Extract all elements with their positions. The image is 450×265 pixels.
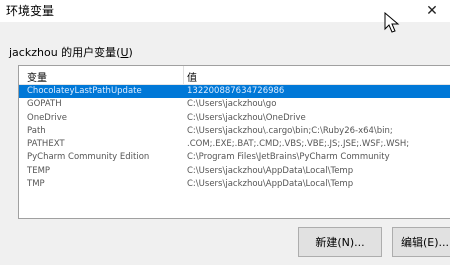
title-bar: 环境变量 ✕: [0, 0, 450, 22]
variable-name: ChocolateyLastPathUpdate: [27, 86, 142, 96]
variable-name: GOPATH: [27, 99, 62, 110]
table-row[interactable]: ChocolateyLastPathUpdate 1322008876347269…: [19, 85, 450, 99]
column-header-value[interactable]: 值: [187, 69, 197, 84]
variable-value: C:\Users\jackzhou\go: [187, 99, 277, 110]
variable-name: Path: [27, 125, 46, 136]
user-variables-list[interactable]: 变量 值 ChocolateyLastPathUpdate 13220088763…: [18, 65, 450, 219]
window-title: 环境变量: [6, 4, 55, 18]
table-row[interactable]: PATHEXT .COM;.EXE;.BAT;.CMD;.VBS;.VBE;.JS…: [19, 138, 450, 151]
close-icon: ✕: [426, 3, 438, 19]
variable-name: TEMP: [27, 165, 51, 176]
variable-value: C:\Users\jackzhou\AppData\Local\Temp: [187, 179, 354, 190]
column-divider[interactable]: [183, 66, 184, 84]
variable-name: TMP: [27, 179, 45, 190]
variable-name: PATHEXT: [27, 139, 65, 150]
table-row[interactable]: TMP C:\Users\jackzhou\AppData\Local\Temp: [19, 178, 450, 191]
list-rows: ChocolateyLastPathUpdate 1322008876347269…: [19, 85, 450, 191]
variable-name: OneDrive: [27, 112, 67, 123]
variable-value: C:\Program Files\JetBrains\PyCharm Commu…: [187, 152, 390, 163]
table-row[interactable]: GOPATH C:\Users\jackzhou\go: [19, 98, 450, 111]
table-row[interactable]: Path C:\Users\jackzhou\.cargo\bin;C:\Ruby…: [19, 125, 450, 138]
variable-value: C:\Users\jackzhou\OneDrive: [187, 112, 306, 123]
edit-button[interactable]: 编辑(E)...: [392, 227, 450, 257]
table-row[interactable]: TEMP C:\Users\jackzhou\AppData\Local\Temp: [19, 165, 450, 178]
variable-value: 132200887634726986: [187, 86, 285, 96]
list-header: 变量 值: [19, 66, 450, 85]
column-header-variable[interactable]: 变量: [27, 69, 47, 84]
close-button[interactable]: ✕: [414, 0, 450, 22]
variable-name: PyCharm Community Edition: [27, 152, 150, 163]
table-row[interactable]: OneDrive C:\Users\jackzhou\OneDrive: [19, 112, 450, 125]
variable-value: C:\Users\jackzhou\AppData\Local\Temp: [187, 165, 354, 176]
new-button[interactable]: 新建(N)...: [298, 227, 382, 257]
variable-value: C:\Users\jackzhou\.cargo\bin;C:\Ruby26-x…: [187, 125, 393, 136]
user-variables-label: jackzhou 的用户变量(U): [9, 46, 133, 59]
variable-value: .COM;.EXE;.BAT;.CMD;.VBS;.VBE;.JS;.JSE;.…: [187, 139, 410, 150]
table-row[interactable]: PyCharm Community Edition C:\Program File…: [19, 151, 450, 164]
mouse-cursor-icon: [384, 12, 400, 33]
